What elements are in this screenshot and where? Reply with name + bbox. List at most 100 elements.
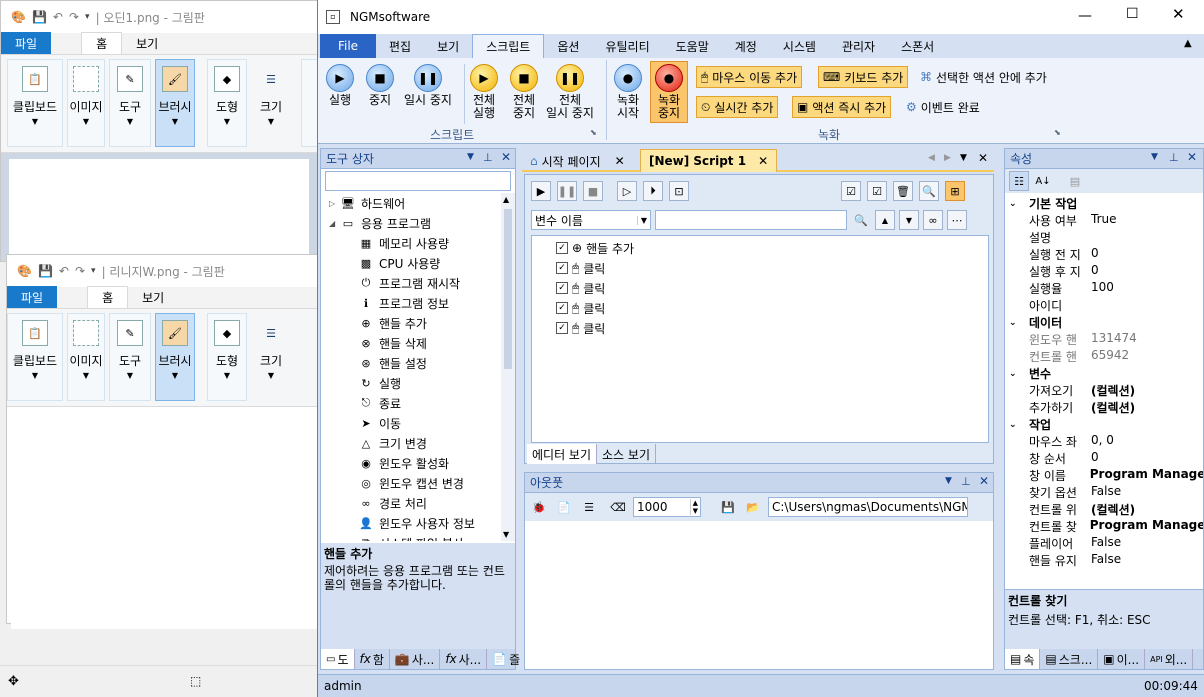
doc-close-icon[interactable]: ✕ (978, 151, 988, 165)
tab-file[interactable]: 파일 (7, 286, 58, 308)
realtime-add-button[interactable]: ⏲ 실시간 추가 (696, 96, 779, 118)
record-start-button[interactable]: ● 녹화 시작 (614, 64, 642, 120)
toolbox-item[interactable]: ➤ 이동 (329, 413, 515, 433)
tab-external[interactable]: API 외... (1145, 649, 1194, 669)
pause-script-button[interactable]: ❚❚ (557, 181, 577, 201)
tab-favorites[interactable]: 📄 즐 (487, 649, 527, 669)
property-value[interactable]: 0 (1089, 263, 1099, 280)
property-value[interactable]: 0 (1089, 246, 1099, 263)
run-script-button[interactable]: ▶ (531, 181, 551, 201)
property-row[interactable]: 실행 후 지 0 (1005, 263, 1203, 280)
property-row[interactable]: 창 이름 Program Manage (1005, 467, 1203, 484)
toolbox-item[interactable]: ∞ 경로 처리 (329, 493, 515, 513)
add-action-now-button[interactable]: ▣ 액션 즉시 추가 (792, 96, 892, 118)
toolbox-item[interactable]: △ 크기 변경 (329, 433, 515, 453)
toolbox-item[interactable]: ⊕ 핸들 추가 (329, 313, 515, 333)
stop-button[interactable]: ■ 중지 (366, 64, 394, 107)
toolbox-item[interactable]: ⎋ 종료 (329, 393, 515, 413)
action-checkbox[interactable]: ✓ (556, 242, 568, 254)
action-checkbox[interactable]: ✓ (556, 262, 568, 274)
property-value[interactable]: 100 (1089, 280, 1114, 297)
collapse-icon[interactable]: ⌄ (1009, 420, 1029, 430)
tab-options[interactable]: 옵션 (544, 34, 592, 58)
property-value[interactable]: Program Manage (1088, 518, 1203, 535)
tab-close-icon[interactable]: ✕ (758, 154, 768, 168)
property-row[interactable]: 윈도우 핸 131474 (1005, 331, 1203, 348)
shapes-button[interactable]: ◆ 도형 ▼ (207, 313, 247, 401)
tab-start-page[interactable]: ⌂ 시작 페이지 ✕ (524, 150, 631, 172)
toolbox-item[interactable]: ⊗ 핸들 삭제 (329, 333, 515, 353)
toolbox-item[interactable]: ▩ CPU 사용량 (329, 253, 515, 273)
pin-icon[interactable]: ⊥ (961, 475, 971, 488)
scroll-right-icon[interactable]: ▶ (944, 153, 951, 163)
ribbon-collapse-icon[interactable]: ▲ (1184, 38, 1192, 49)
image-button[interactable]: 이미지 ▼ (67, 313, 105, 401)
line-count-stepper[interactable]: 1000 ▲ ▼ (633, 497, 701, 517)
toolbox-item[interactable]: ⏻ 프로그램 재시작 (329, 273, 515, 293)
property-row[interactable]: 컨트롤 찾 Program Manage (1005, 518, 1203, 535)
tab-file[interactable]: 파일 (1, 32, 52, 54)
tools-button[interactable]: ✎ 도구 ▼ (109, 59, 151, 147)
script-action-row[interactable]: ✓ 🖱 클릭 (532, 318, 988, 338)
scrollbar-thumb[interactable] (504, 209, 512, 369)
property-category[interactable]: ⌄ 작업 (1005, 416, 1203, 433)
tab-script-1[interactable]: [New] Script 1 ✕ (640, 149, 778, 172)
log-path-field[interactable]: C:\Users\ngmas\Documents\NGM6\ (768, 497, 968, 517)
tab-account[interactable]: 계정 (722, 34, 770, 58)
action-checkbox[interactable]: ✓ (556, 322, 568, 334)
quick-access-dropdown-icon[interactable]: ▾ (91, 266, 96, 276)
scroll-left-icon[interactable]: ◀ (928, 153, 935, 163)
toolbox-item[interactable]: ◢ ▭ 응용 프로그램 (329, 213, 515, 233)
tab-editor-view[interactable]: 에디터 보기 (527, 444, 598, 464)
move-down-button[interactable]: ▼ (899, 210, 919, 230)
dialog-launcher-icon[interactable]: ⬊ (1054, 128, 1061, 137)
property-value[interactable]: 65942 (1089, 348, 1129, 365)
property-row[interactable]: 컨트롤 위 (컬렉션) (1005, 501, 1203, 518)
property-row[interactable]: 가져오기 (컬렉션) (1005, 382, 1203, 399)
property-row[interactable]: 실행율 100 (1005, 280, 1203, 297)
panel-close-icon[interactable]: ✕ (1187, 150, 1197, 164)
image-button[interactable]: 이미지 ▼ (67, 59, 105, 147)
clipboard-button[interactable]: 📋 클립보드 ▼ (7, 313, 63, 401)
collapse-icon[interactable]: ⌄ (1009, 318, 1029, 328)
add-keyboard-button[interactable]: ⌨ 키보드 추가 (818, 66, 909, 88)
tab-image[interactable]: ▣ 이... (1098, 649, 1146, 669)
property-value[interactable]: (컬렉션) (1089, 399, 1135, 416)
tab-view[interactable]: 보기 (122, 32, 172, 54)
run-selected-button[interactable]: ⏵ (643, 181, 663, 201)
run-all-button[interactable]: ▶ 전체 실행 (470, 64, 498, 120)
script-action-row[interactable]: ✓ 🖱 클릭 (532, 298, 988, 318)
property-row[interactable]: 마우스 좌 0, 0 (1005, 433, 1203, 450)
property-category[interactable]: ⌄ 변수 (1005, 365, 1203, 382)
step-button[interactable]: ▷ (617, 181, 637, 201)
event-complete-button[interactable]: ⚙ 이벤트 완료 (902, 96, 984, 118)
toolbox-item[interactable]: ◉ 윈도우 활성화 (329, 453, 515, 473)
size-button[interactable]: ☰ 크기 ▼ (251, 59, 291, 147)
property-value[interactable]: (컬렉션) (1089, 382, 1135, 399)
tab-file[interactable]: File (320, 34, 376, 58)
stop-script-button[interactable]: ■ (583, 181, 603, 201)
collapse-icon[interactable]: ⌄ (1009, 199, 1029, 209)
property-row[interactable]: 설명 (1005, 229, 1203, 246)
property-value[interactable]: Program Manage (1088, 467, 1203, 484)
property-value[interactable]: False (1089, 552, 1121, 569)
maximize-button[interactable]: ☐ (1126, 6, 1139, 22)
delete-button[interactable]: 🗑 (893, 181, 913, 201)
clipboard-button[interactable]: 📋 클립보드 ▼ (7, 59, 63, 147)
tab-user-2[interactable]: fx 사... (440, 649, 488, 669)
tab-home[interactable]: 홈 (87, 286, 129, 308)
add-in-selected-button[interactable]: ⌘ 선택한 액션 안에 추가 (916, 66, 1051, 88)
panel-menu-icon[interactable]: ▼ (1151, 152, 1158, 162)
dialog-launcher-icon[interactable]: ⬊ (590, 128, 597, 137)
output-log[interactable] (525, 521, 993, 667)
add-mouse-move-button[interactable]: 🖱 마우스 이동 추가 (696, 66, 803, 88)
toolbox-item[interactable]: ⊛ 핸들 설정 (329, 353, 515, 373)
paint-canvas[interactable] (11, 413, 317, 629)
toolbox-item[interactable]: ▷ 🖥 하드웨어 (329, 193, 515, 213)
property-value[interactable]: True (1089, 212, 1117, 229)
variable-select[interactable]: 변수 이름 ▼ (531, 210, 651, 230)
panel-close-icon[interactable]: ✕ (979, 474, 989, 488)
tab-close-icon[interactable]: ✕ (615, 154, 625, 168)
open-folder-button[interactable]: 📂 (743, 497, 763, 517)
property-row[interactable]: 추가하기 (컬렉션) (1005, 399, 1203, 416)
